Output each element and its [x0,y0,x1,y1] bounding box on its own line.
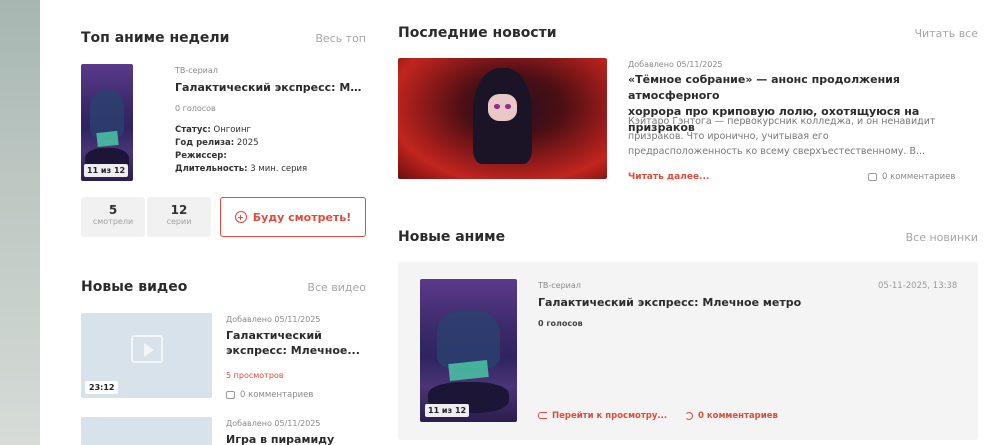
video-comments[interactable]: 0 комментариев [226,390,313,400]
refresh-icon [685,411,693,420]
new-anime-poster[interactable]: 11 из 12 [420,279,517,422]
news-excerpt: Кэйтаро Гэнтога — первокурсник колледжа,… [628,116,936,157]
all-new-link[interactable]: Все новинки [898,231,978,244]
video-name-2[interactable]: Игра в пирамиду [226,432,334,445]
left-background-strip [0,0,40,445]
new-videos-title: Новые видео [81,279,188,295]
new-anime-comments-link[interactable]: 0 комментариев [685,411,778,421]
comment-icon [226,390,235,399]
top-anime-duration: Длительность: 3 мин. серия [175,164,308,174]
new-anime-date: 05-11-2025, 13:38 [878,281,958,291]
top-anime-type: ТВ-сериал [175,66,218,75]
go-to-watch-link[interactable]: Перейти к просмотру... [538,411,667,421]
top-anime-director: Режиссер: [175,151,227,161]
comment-icon [868,172,877,181]
episode-badge: 11 из 12 [84,164,129,177]
top-anime-poster[interactable]: 11 из 12 [81,64,133,181]
top-anime-year: Год релиза: 2025 [175,138,259,148]
episode-badge: 11 из 12 [425,404,470,417]
share-icon [538,412,547,419]
video-duration: 23:12 [85,381,119,394]
stat-watched: 5 смотрели [81,197,145,237]
new-anime-votes: 0 голосов [538,319,583,328]
top-anime-votes: 0 голосов [175,104,216,113]
video-added-date-2: Добавлено 05/11/2025 [226,419,321,428]
top-anime-status: Статус: Онгоинг [175,125,251,135]
video-views: 5 просмотров [226,371,284,380]
video-thumbnail-2[interactable] [81,417,212,445]
all-videos-link[interactable]: Все видео [286,281,366,294]
video-thumbnail[interactable]: 23:12 [81,313,212,398]
top-anime-title: Топ аниме недели [81,30,230,46]
news-added-date: Добавлено 05/11/2025 [628,60,723,69]
will-watch-button[interactable]: Буду смотреть! [220,197,366,237]
plus-circle-icon [234,211,247,223]
video-placeholder-icon [130,334,163,363]
read-all-link[interactable]: Читать все [898,27,978,40]
news-comments[interactable]: 0 комментариев [868,172,955,182]
video-added-date: Добавлено 05/11/2025 [226,315,321,324]
all-top-link[interactable]: Весь топ [286,32,366,45]
news-title: Последние новости [398,25,557,41]
top-anime-name[interactable]: Галактический экспресс: Мле... [175,81,367,94]
video-name[interactable]: Галактический экспресс: Млечное... [226,328,360,358]
news-image[interactable] [398,58,607,179]
read-more-link[interactable]: Читать далее... [628,172,709,182]
new-anime-name[interactable]: Галактический экспресс: Млечное метро [538,296,858,309]
main-content: Топ аниме недели Весь топ 11 из 12 ТВ-се… [40,0,1000,445]
new-anime-title: Новые аниме [398,229,506,245]
new-anime-card: 11 из 12 ТВ-сериал 05-11-2025, 13:38 Гал… [398,262,978,440]
stat-episodes: 12 серии [147,197,211,237]
new-anime-type: ТВ-сериал [538,281,581,290]
